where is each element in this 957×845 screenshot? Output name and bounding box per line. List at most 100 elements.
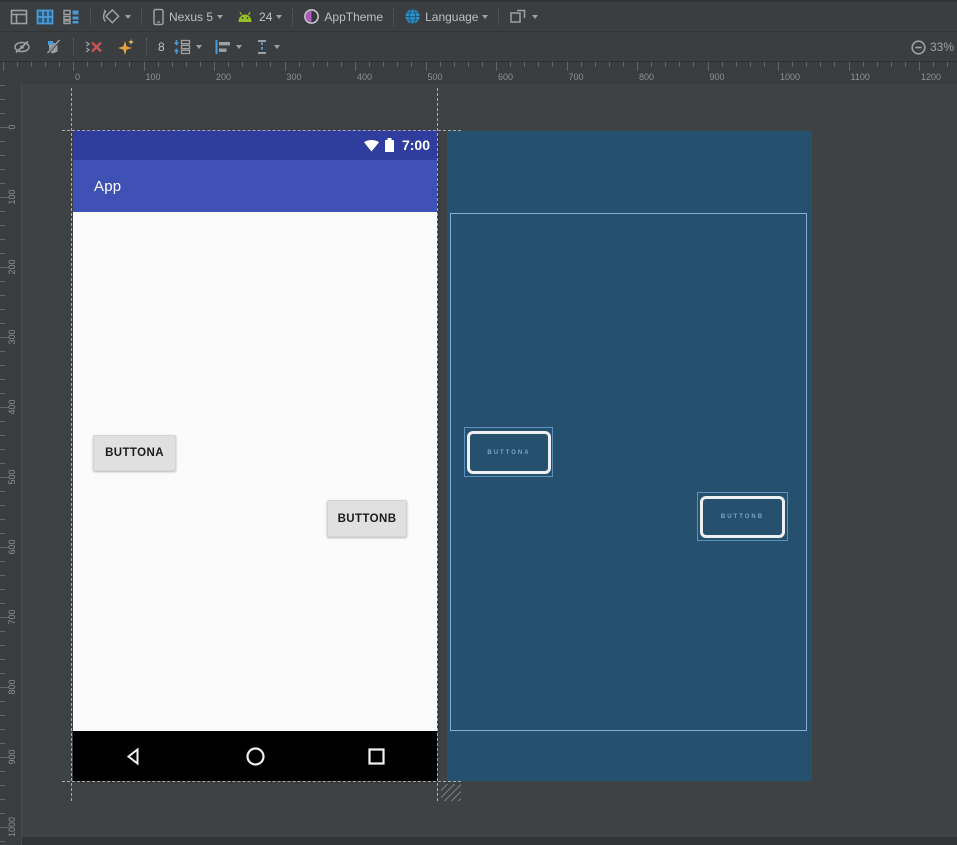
selection-bound-right (437, 88, 438, 801)
button-a[interactable]: BUTTONA (93, 435, 176, 471)
ruler-tick (820, 62, 821, 67)
ruler-tick (214, 62, 215, 71)
horizontal-ruler: 0100200300400500600700800900100011001200 (0, 62, 957, 84)
guidelines-button[interactable] (251, 35, 283, 59)
ruler-tick (0, 813, 5, 814)
ruler-label: 1000 (7, 817, 17, 837)
ruler-label: 300 (287, 72, 302, 82)
blueprint-button-a[interactable]: BUTTONA (467, 431, 551, 474)
ruler-tick (341, 62, 342, 67)
app-title: App (94, 178, 121, 195)
ruler-tick (31, 62, 32, 67)
ruler-label: 900 (710, 72, 725, 82)
design-view-button[interactable] (7, 5, 31, 29)
design-view-icon (10, 8, 28, 26)
ruler-tick (242, 62, 243, 67)
toolbar-separator (393, 8, 394, 26)
selection-bound-left (71, 88, 72, 801)
ruler-tick (0, 785, 5, 786)
ruler-label: 0 (75, 72, 80, 82)
ruler-tick (750, 62, 751, 67)
ruler-tick (0, 435, 5, 436)
both-views-button[interactable] (59, 5, 83, 29)
ruler-tick (863, 62, 864, 67)
ruler-tick (0, 253, 5, 254)
dropdown-caret-icon (482, 15, 488, 19)
align-icon (214, 38, 232, 56)
ruler-tick (722, 62, 723, 67)
ruler-label: 700 (569, 72, 584, 82)
eye-slash-icon (12, 38, 32, 56)
ruler-tick (0, 85, 5, 86)
ruler-tick (482, 62, 483, 67)
ruler-tick (454, 62, 455, 67)
autoconnect-button[interactable] (41, 35, 66, 59)
zoom-out-icon[interactable] (911, 40, 926, 55)
toolbar-separator (292, 8, 293, 26)
ruler-tick (440, 62, 441, 67)
toolbar-separator (90, 8, 91, 26)
blueprint-button-b[interactable]: BUTTONB (700, 496, 785, 538)
ruler-tick (0, 715, 5, 716)
ruler-tick (397, 62, 398, 67)
ruler-tick (919, 62, 920, 71)
toolbar-separator (73, 38, 74, 56)
orientation-button[interactable] (98, 5, 134, 29)
ruler-tick (129, 62, 130, 67)
clear-constraints-button[interactable] (81, 35, 107, 59)
theme-selector[interactable]: AppTheme (300, 5, 386, 29)
ruler-tick (792, 62, 793, 67)
pack-button[interactable] (169, 35, 205, 59)
ruler-tick (0, 365, 5, 366)
pack-icon (172, 38, 192, 56)
ruler-tick (623, 62, 624, 67)
show-constraints-button[interactable] (9, 35, 35, 59)
layout-variants-icon (509, 8, 528, 25)
blueprint-surface[interactable]: BUTTONA BUTTONB (447, 131, 812, 781)
zoom-controls: 33% (911, 38, 954, 56)
resize-handle[interactable] (441, 784, 461, 801)
ruler-tick (0, 379, 5, 380)
api-level-selector[interactable]: 24 (232, 5, 285, 29)
ruler-label: 600 (498, 72, 513, 82)
ruler-tick (947, 62, 948, 67)
device-selector[interactable]: Nexus 5 (149, 5, 226, 29)
ruler-tick (0, 141, 5, 142)
ruler-tick (0, 463, 5, 464)
ruler-tick (256, 62, 257, 67)
design-surface[interactable]: 7:00 App BUTTONA BUTTONB (73, 130, 437, 781)
ruler-tick (651, 62, 652, 67)
infer-constraints-button[interactable] (113, 35, 139, 59)
language-selector[interactable]: Language (401, 5, 491, 29)
dropdown-caret-icon (196, 45, 202, 49)
canvas-bottom-edge (22, 837, 957, 845)
ruler-tick (0, 659, 5, 660)
ruler-tick (0, 561, 5, 562)
ruler-label: 1200 (921, 72, 941, 82)
layout-content[interactable]: BUTTONA BUTTONB (73, 212, 437, 731)
default-margin-value[interactable]: 8 (154, 40, 169, 54)
ruler-tick (0, 393, 5, 394)
ruler-tick (834, 62, 835, 67)
blueprint-view-button[interactable] (33, 5, 57, 29)
rotate-device-icon (101, 8, 121, 26)
ruler-tick (285, 62, 286, 71)
ruler-tick (567, 62, 568, 71)
ruler-tick (426, 62, 427, 71)
layout-editor-toolbar: Nexus 5 24 AppTheme Language (0, 0, 957, 32)
ruler-tick (0, 505, 5, 506)
ruler-label: 600 (7, 539, 17, 554)
language-label: Language (425, 10, 478, 24)
ruler-tick (496, 62, 497, 71)
blueprint-view-icon (36, 8, 54, 26)
ruler-tick (637, 62, 638, 71)
layout-variant-button[interactable] (506, 5, 541, 29)
recents-icon (366, 746, 387, 767)
align-button[interactable] (211, 35, 245, 59)
button-b[interactable]: BUTTONB (327, 500, 407, 537)
ruler-tick (158, 62, 159, 67)
ruler-tick (0, 645, 5, 646)
ruler-tick (0, 771, 5, 772)
ruler-tick (0, 211, 5, 212)
constraint-toolbar: 8 (0, 32, 957, 62)
